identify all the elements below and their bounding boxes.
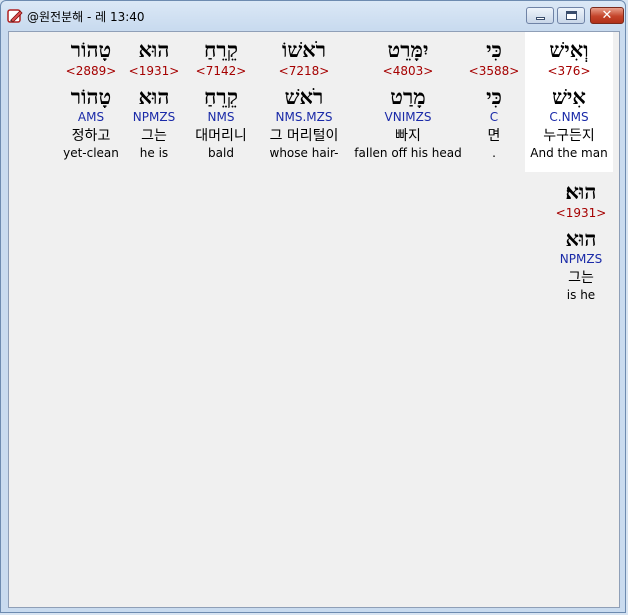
morphology-code[interactable]: NPMZS: [556, 251, 607, 267]
hebrew-word: וְאִישׁ: [549, 37, 589, 62]
english-gloss: yet-clean: [63, 146, 119, 160]
hebrew-lemma: קֵרֵחַ: [204, 84, 238, 109]
hebrew-word: הוּא: [138, 37, 170, 62]
word-column[interactable]: יִמָּרֵט <4803> מָרַט VNIMZS 빠지 fallen o…: [354, 36, 461, 161]
english-gloss: is he: [566, 288, 596, 302]
hebrew-lemma: אִישׁ: [552, 84, 586, 109]
morphology-code[interactable]: NMS.MZS: [270, 109, 339, 125]
bible-pen-icon[interactable]: [7, 8, 23, 24]
hebrew-word: קֵרֵחַ: [204, 37, 238, 62]
hebrew-lemma: מָרַט: [390, 84, 426, 109]
hebrew-word: רֹאשׁוֹ: [281, 37, 327, 62]
strong-number[interactable]: <3588>: [469, 63, 520, 79]
interlinear-panel[interactable]: וְאִישׁ <376> אִישׁ C.NMS 누구든지 And the m…: [8, 31, 620, 608]
word-column[interactable]: וְאִישׁ <376> אִישׁ C.NMS 누구든지 And the m…: [530, 36, 607, 161]
hebrew-lemma: הוּא: [565, 226, 597, 251]
strong-number[interactable]: <1931>: [129, 63, 180, 79]
english-gloss: .: [492, 146, 496, 160]
korean-gloss: 그 머리털이: [269, 128, 339, 144]
close-icon: ✕: [601, 8, 613, 23]
hebrew-word: יִמָּרֵט: [387, 37, 429, 62]
morphology-code[interactable]: C.NMS: [530, 109, 607, 125]
maximize-button[interactable]: [557, 7, 585, 24]
hebrew-word: כִּי: [486, 37, 502, 62]
morphology-code[interactable]: VNIMZS: [354, 109, 461, 125]
korean-gloss: 빠지: [395, 128, 421, 144]
english-gloss: fallen off his head: [354, 146, 462, 160]
word-column[interactable]: כִּי <3588> כִּי C 면 .: [469, 36, 520, 161]
word-column[interactable]: הוּא <1931> הוּא NPMZS 그는 he is: [129, 36, 180, 161]
minimize-button[interactable]: [526, 7, 554, 24]
hebrew-lemma: הוּא: [138, 84, 170, 109]
word-column[interactable]: קֵרֵחַ <7142> קֵרֵחַ NMS 대머리니 bald: [195, 36, 247, 161]
english-gloss: he is: [139, 146, 169, 160]
minimize-icon: [536, 17, 545, 20]
window-title: @원전분해 - 레 13:40: [27, 10, 145, 24]
korean-gloss: 면: [487, 128, 501, 144]
korean-gloss: 그는: [141, 128, 167, 144]
english-gloss: And the man: [530, 146, 608, 160]
korean-gloss: 누구든지: [543, 128, 595, 144]
korean-gloss: 대머리니: [195, 128, 247, 144]
korean-gloss: 그는: [568, 270, 594, 286]
close-button[interactable]: ✕: [590, 7, 624, 24]
app-window: @원전분해 - 레 13:40 ✕ וְאִישׁ <376> אִישׁ C.…: [0, 0, 626, 613]
morphology-code[interactable]: NPMZS: [129, 109, 180, 125]
title-bar[interactable]: @원전분해 - 레 13:40 ✕: [1, 1, 625, 31]
english-gloss: bald: [208, 146, 234, 160]
morphology-code[interactable]: AMS: [63, 109, 119, 125]
hebrew-word: טָהוֹר: [70, 37, 112, 62]
morphology-code[interactable]: NMS: [195, 109, 247, 125]
hebrew-lemma: כִּי: [486, 84, 502, 109]
strong-number[interactable]: <376>: [530, 63, 607, 79]
word-column[interactable]: הוּא׃ <1931> הוּא NPMZS 그는 is he: [556, 178, 607, 303]
maximize-icon: [566, 11, 577, 20]
strong-number[interactable]: <7142>: [195, 63, 247, 79]
morphology-code[interactable]: C: [469, 109, 520, 125]
word-column[interactable]: רֹאשׁוֹ <7218> רֹאשׁ NMS.MZS 그 머리털이 whos…: [270, 36, 339, 161]
strong-number[interactable]: <4803>: [354, 63, 461, 79]
word-column[interactable]: טָהוֹר <2889> טָהוֹר AMS 정하고 yet-clean: [63, 36, 119, 161]
hebrew-word: הוּא׃: [565, 179, 597, 204]
hebrew-lemma: טָהוֹר: [70, 84, 112, 109]
korean-gloss: 정하고: [71, 128, 111, 144]
strong-number[interactable]: <7218>: [270, 63, 339, 79]
english-gloss: whose hair-: [269, 146, 339, 160]
hebrew-lemma: רֹאשׁ: [284, 84, 324, 109]
strong-number[interactable]: <2889>: [63, 63, 119, 79]
strong-number[interactable]: <1931>: [556, 205, 607, 221]
